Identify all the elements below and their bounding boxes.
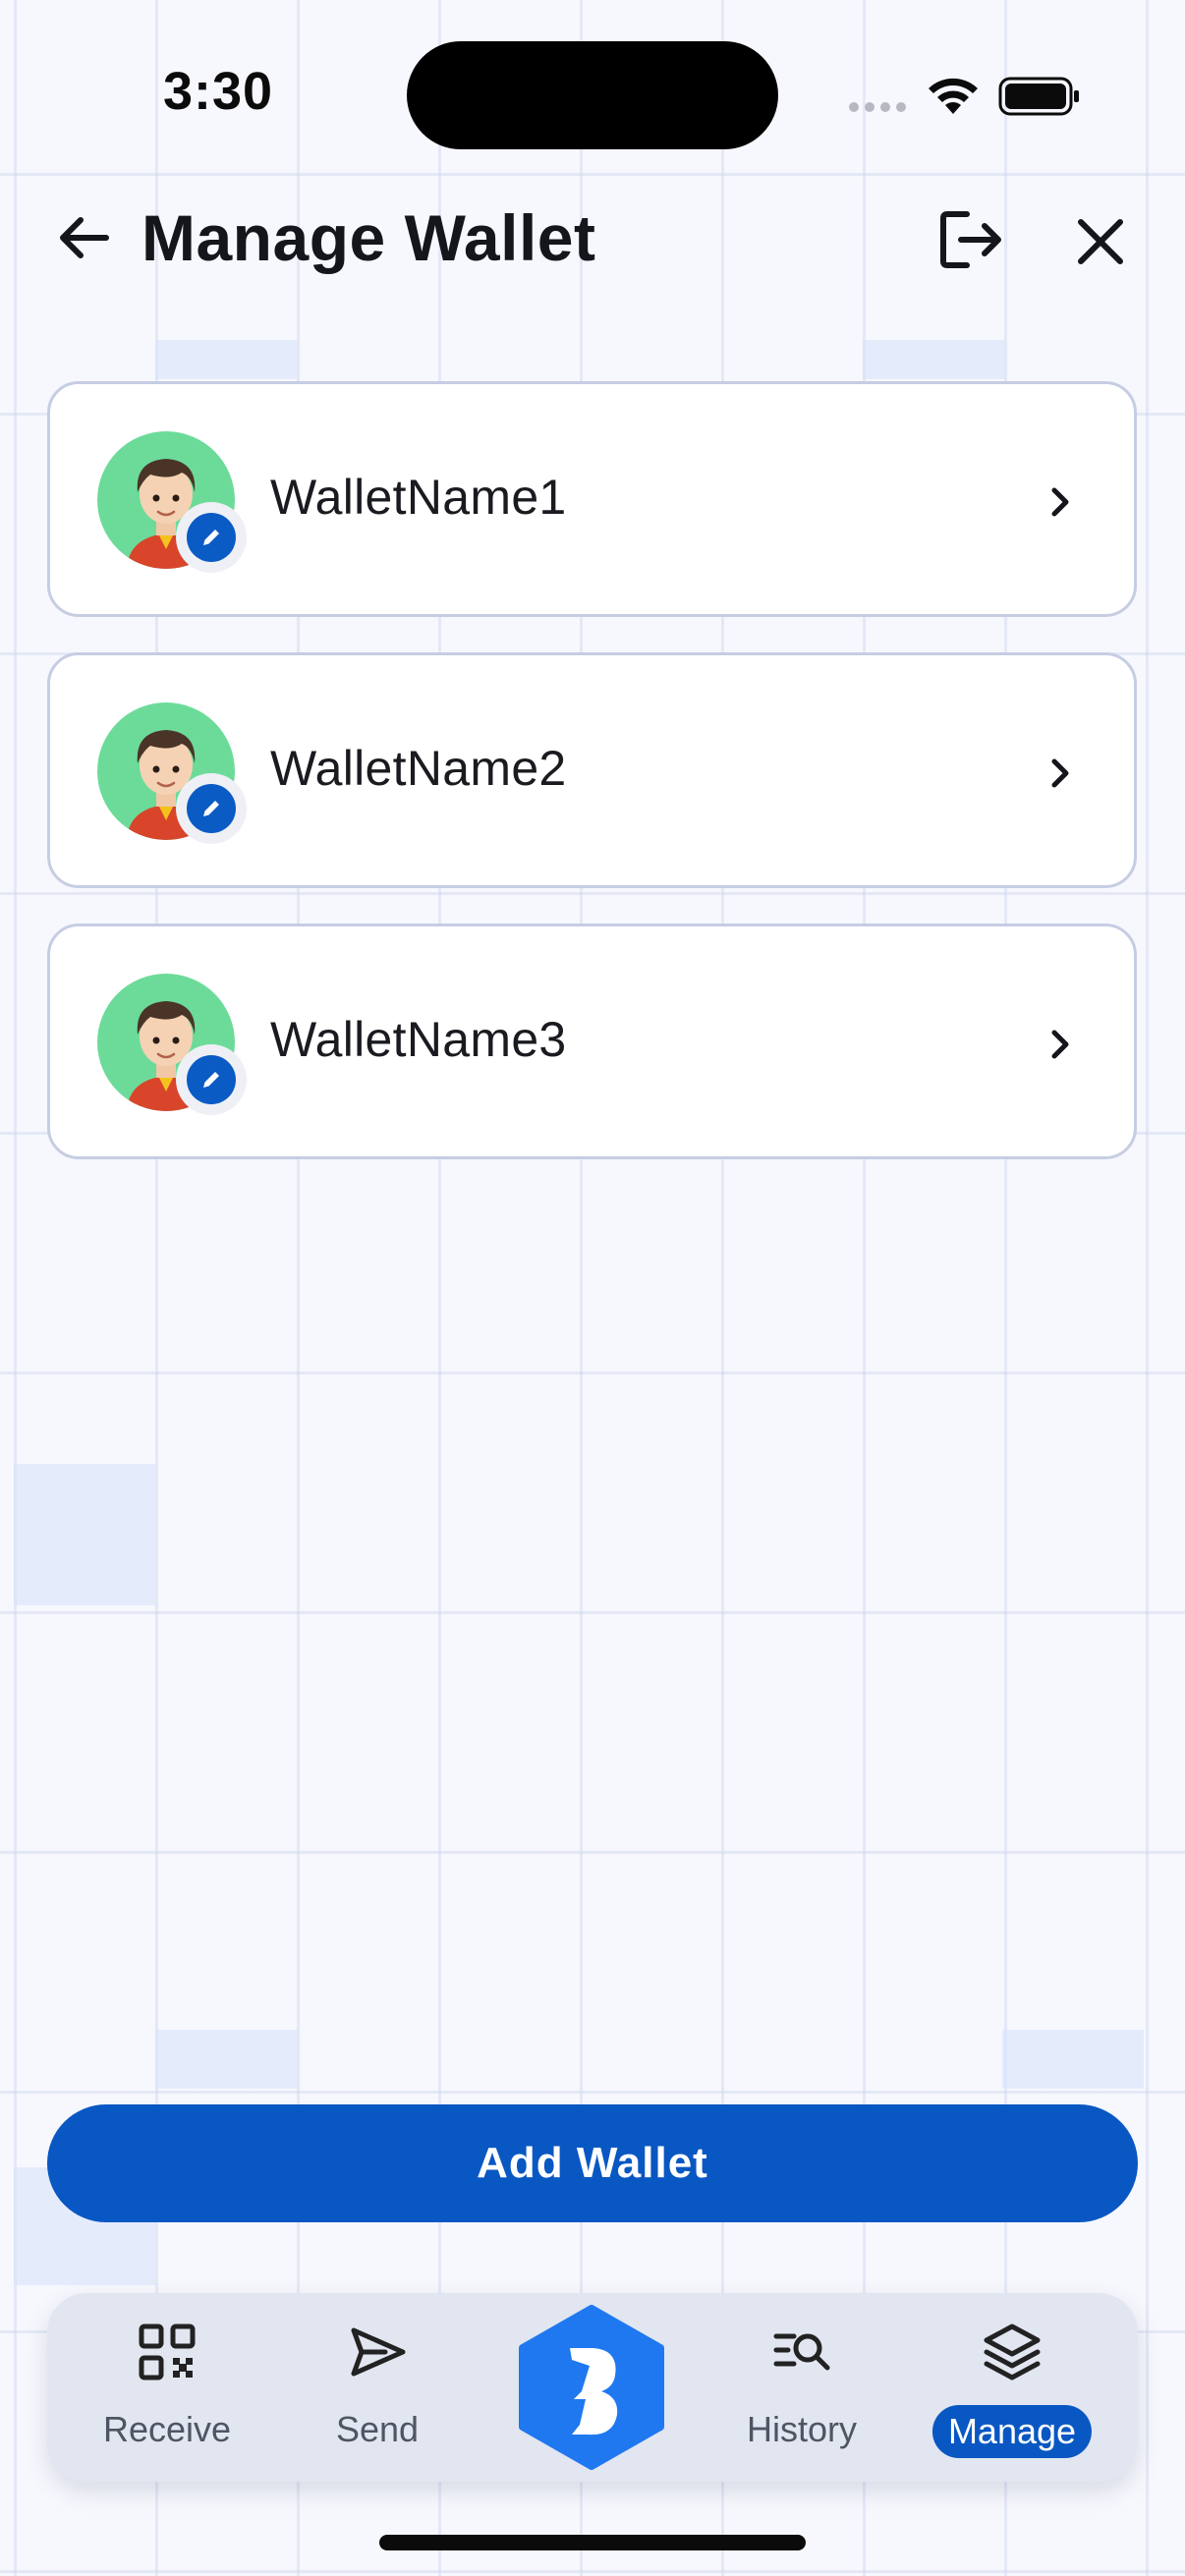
layers-icon bbox=[984, 2324, 1041, 2380]
dynamic-island bbox=[407, 41, 778, 149]
arrow-left-icon[interactable] bbox=[49, 202, 120, 273]
send-icon bbox=[351, 2327, 406, 2377]
chevron-right-icon bbox=[1051, 758, 1069, 788]
home-indicator bbox=[379, 2535, 806, 2550]
bg-tile bbox=[1002, 2030, 1144, 2089]
logout-icon[interactable] bbox=[933, 202, 1008, 277]
battery-icon bbox=[998, 77, 1079, 116]
add-wallet-button[interactable]: Add Wallet bbox=[47, 2104, 1138, 2222]
pencil-icon bbox=[203, 530, 219, 545]
history-search-icon bbox=[773, 2333, 830, 2371]
wallet-name: WalletName2 bbox=[270, 741, 567, 796]
nav-label: History bbox=[746, 2409, 857, 2449]
app-logo-icon[interactable] bbox=[517, 2305, 666, 2470]
bg-tile bbox=[155, 340, 297, 379]
wallet-card[interactable]: WalletName2 bbox=[47, 652, 1137, 888]
bottom-nav: Receive Send History Manage bbox=[47, 2293, 1138, 2482]
nav-label: Manage bbox=[931, 2405, 1093, 2458]
chevron-right-icon bbox=[1051, 487, 1069, 517]
bg-tile bbox=[155, 2030, 297, 2089]
pencil-icon bbox=[203, 1072, 219, 1088]
nav-label: Receive bbox=[102, 2409, 232, 2449]
nav-item-manage[interactable]: Manage bbox=[924, 2293, 1100, 2482]
edit-avatar-button[interactable] bbox=[176, 502, 247, 573]
edit-avatar-button[interactable] bbox=[176, 1044, 247, 1115]
close-icon[interactable] bbox=[1065, 206, 1136, 277]
wallet-name: WalletName3 bbox=[270, 1012, 567, 1067]
qr-code-icon bbox=[139, 2324, 196, 2380]
manage-wallet-screen: 3:30 Manage Wallet WalletName1 WalletNam… bbox=[0, 0, 1185, 2576]
pencil-icon bbox=[203, 801, 219, 816]
wallet-card[interactable]: WalletName1 bbox=[47, 381, 1137, 617]
nav-item-history[interactable]: History bbox=[713, 2293, 890, 2482]
bg-tile bbox=[863, 340, 1004, 379]
edit-avatar-button[interactable] bbox=[176, 773, 247, 844]
nav-item-receive[interactable]: Receive bbox=[79, 2293, 255, 2482]
chevron-right-icon bbox=[1051, 1030, 1069, 1059]
wallet-name: WalletName1 bbox=[270, 470, 567, 525]
status-time: 3:30 bbox=[163, 62, 274, 121]
wallet-card[interactable]: WalletName3 bbox=[47, 924, 1137, 1159]
wifi-icon bbox=[929, 78, 978, 114]
signal-icon bbox=[849, 102, 906, 112]
nav-item-send[interactable]: Send bbox=[289, 2293, 466, 2482]
bg-tile bbox=[14, 1464, 155, 1605]
page-title: Manage Wallet bbox=[141, 201, 596, 274]
nav-label: Send bbox=[335, 2409, 420, 2449]
